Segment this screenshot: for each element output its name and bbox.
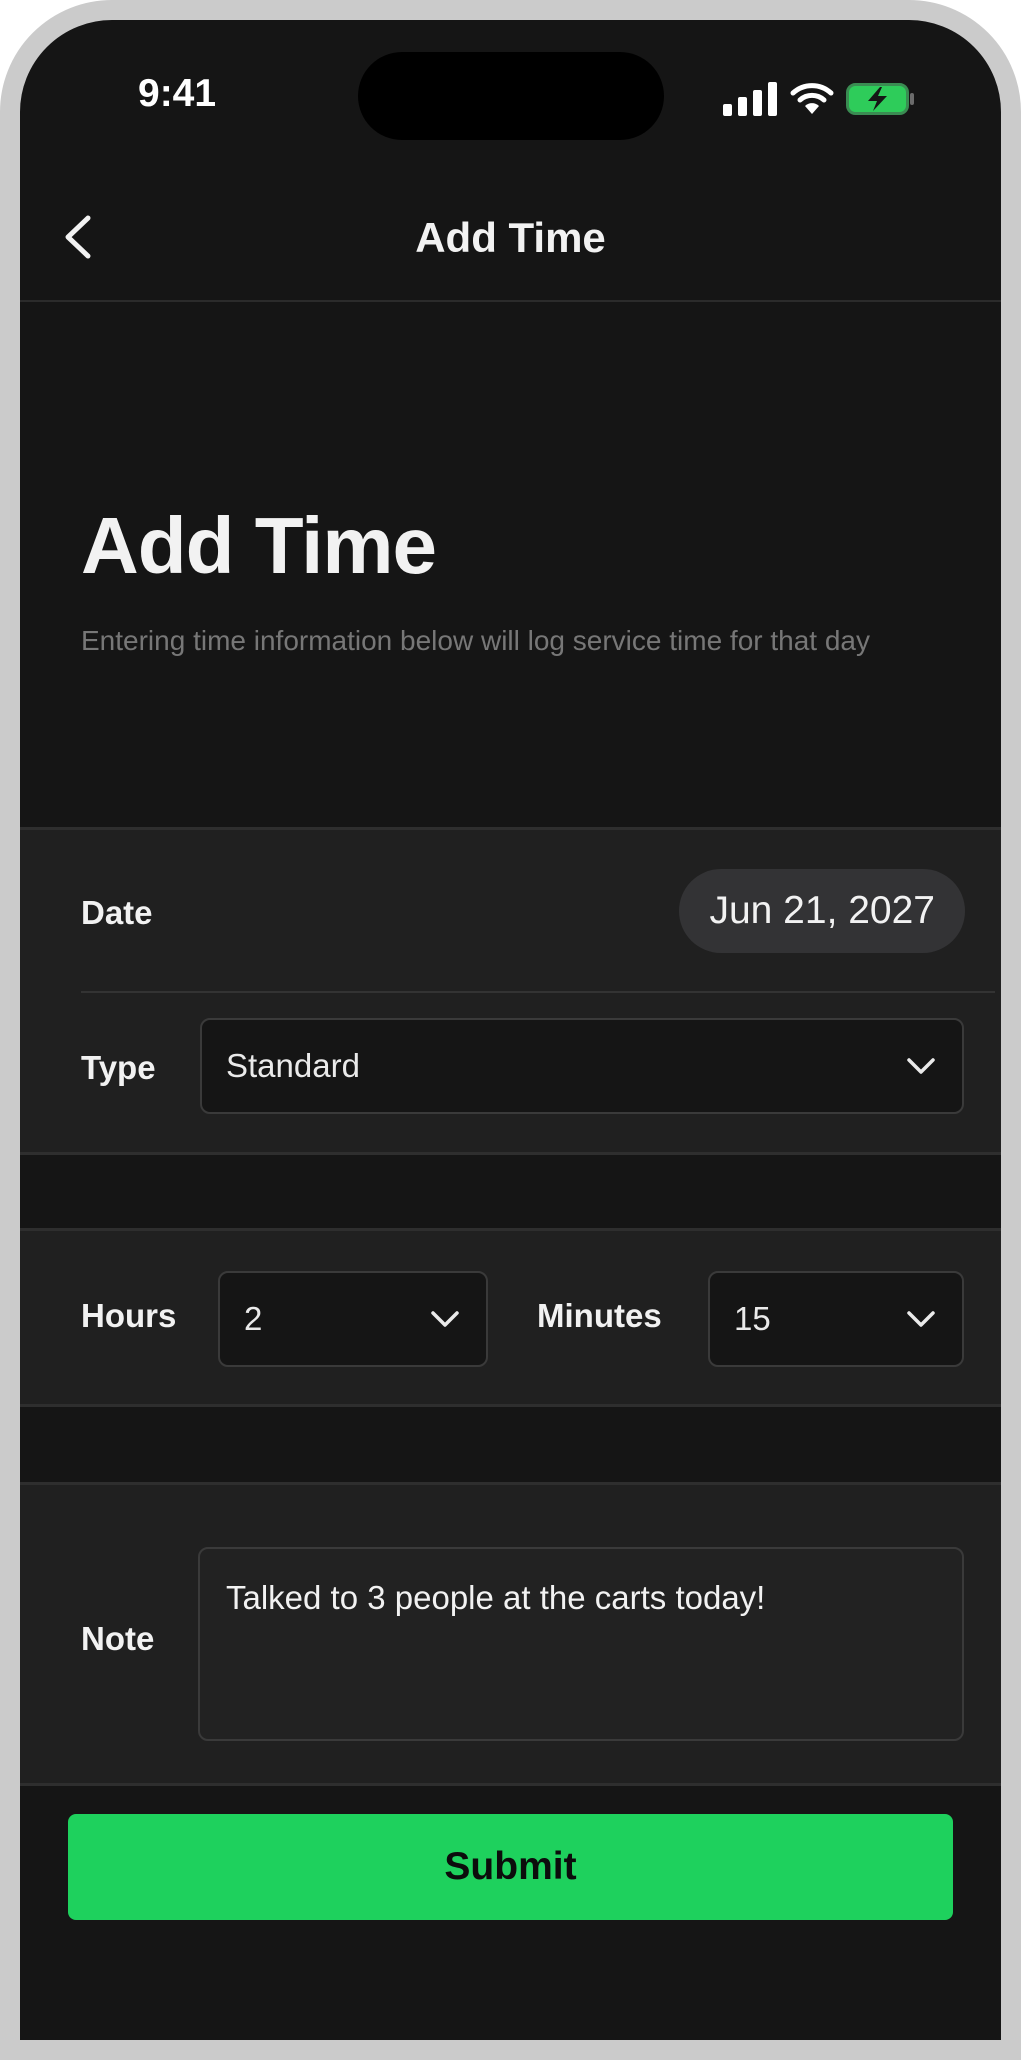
minutes-select[interactable]: 15: [708, 1271, 964, 1367]
status-time: 9:41: [138, 72, 217, 115]
minutes-label: Minutes: [537, 1297, 662, 1334]
date-label: Date: [81, 894, 153, 931]
hours-select[interactable]: 2: [218, 1271, 488, 1367]
note-textarea[interactable]: Talked to 3 people at the carts today!: [198, 1547, 964, 1741]
navigation-bar: Add Time: [20, 170, 1001, 302]
app-screen: 9:41 Add Time Add Time Entering time inf…: [20, 20, 1001, 2040]
date-type-section: Date Jun 21, 2027 Type Standard: [20, 827, 1001, 1155]
page-subtitle: Entering time information below will log…: [81, 625, 871, 656]
chevron-down-icon: [431, 1311, 459, 1327]
hours-select-value: 2: [244, 1300, 263, 1337]
chevron-down-icon: [907, 1311, 935, 1327]
minutes-select-value: 15: [734, 1300, 771, 1337]
note-section: Note Talked to 3 people at the carts tod…: [20, 1482, 1001, 1786]
duration-section: Hours 2 Minutes 15: [20, 1228, 1001, 1407]
type-select[interactable]: Standard: [200, 1018, 964, 1114]
dynamic-island: [358, 52, 664, 140]
battery-charging-icon: [846, 83, 914, 115]
note-label: Note: [81, 1620, 155, 1657]
type-select-value: Standard: [226, 1047, 360, 1084]
page-title: Add Time: [81, 501, 437, 590]
chevron-down-icon: [907, 1058, 935, 1074]
divider: [81, 991, 995, 993]
hours-label: Hours: [81, 1297, 177, 1334]
phone-frame: 9:41 Add Time Add Time Entering time inf…: [0, 0, 1021, 2060]
wifi-icon: [790, 83, 834, 114]
type-label: Type: [81, 1049, 156, 1086]
nav-title: Add Time: [415, 214, 606, 261]
cellular-signal-icon: [723, 82, 777, 116]
submit-button[interactable]: Submit: [68, 1814, 953, 1920]
date-picker[interactable]: Jun 21, 2027: [679, 869, 965, 953]
